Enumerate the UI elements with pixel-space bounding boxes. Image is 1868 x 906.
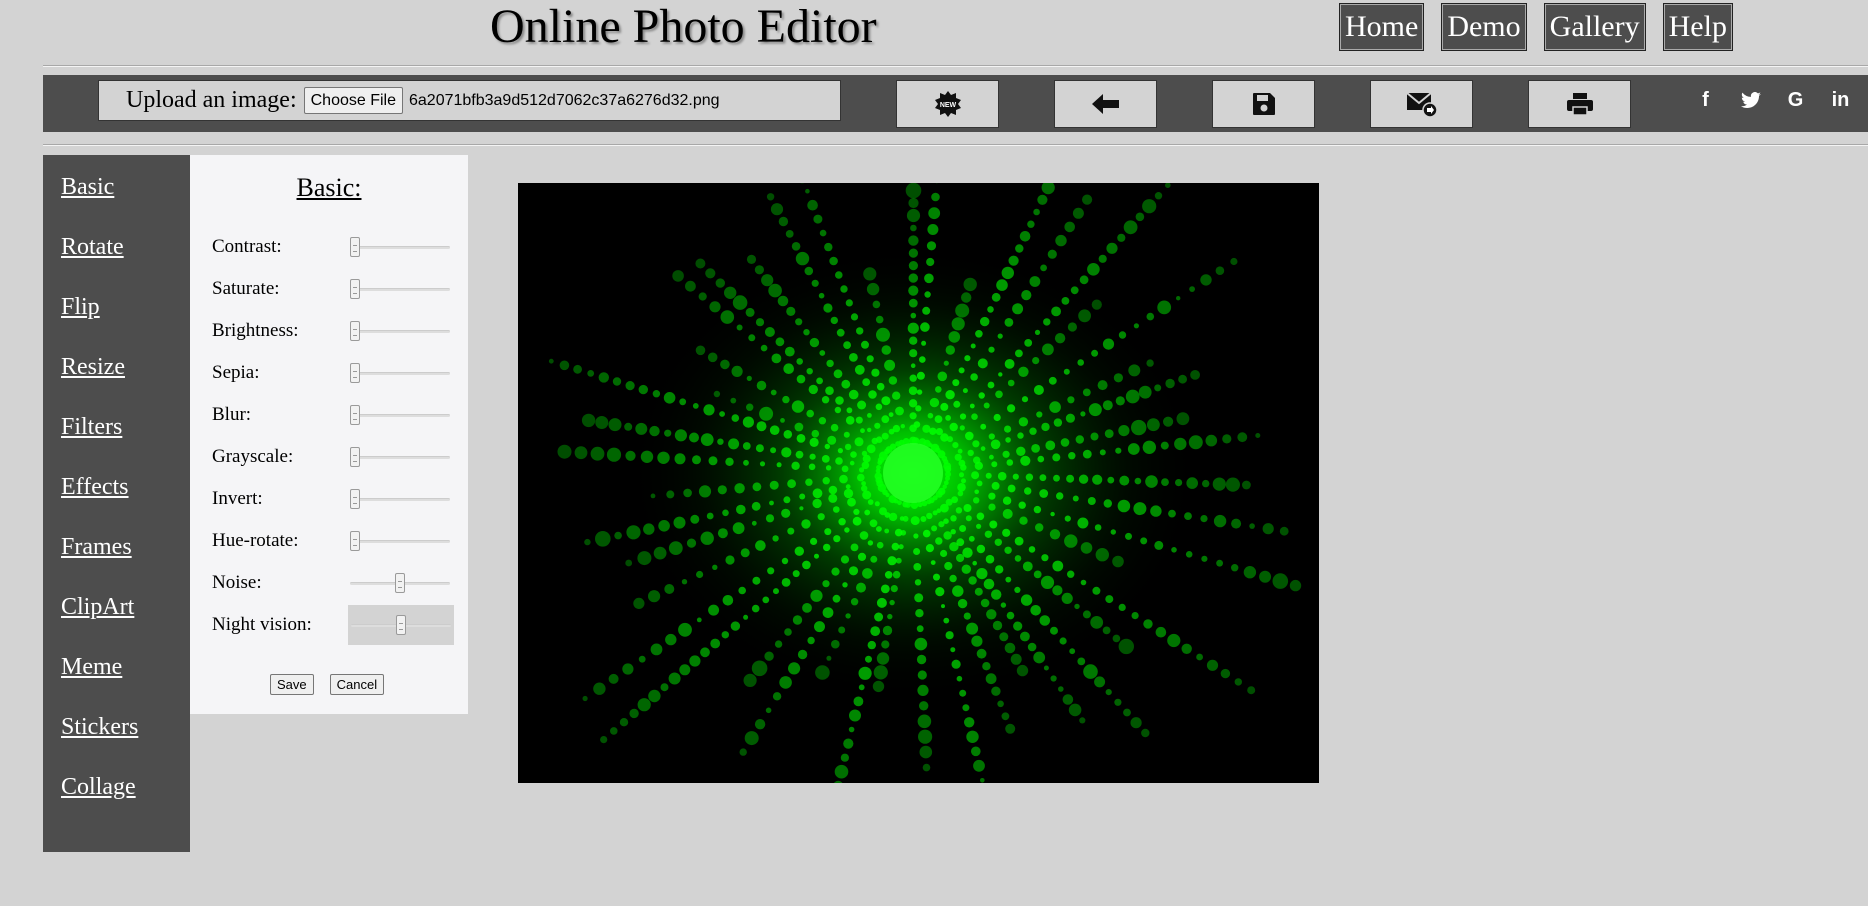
panel-title: Basic: — [296, 173, 362, 202]
email-button[interactable] — [1370, 80, 1473, 128]
twitter-icon[interactable] — [1728, 85, 1773, 117]
hue-rotate-row: Hue-rotate: — [212, 526, 450, 556]
blur-slider-thumb[interactable] — [350, 405, 360, 425]
cancel-button[interactable]: Cancel — [329, 674, 385, 695]
save-image-button[interactable] — [1212, 80, 1315, 128]
sidebar-item-flip[interactable]: Flip — [43, 292, 190, 352]
grayscale-slider[interactable] — [350, 442, 450, 472]
upload-label: Upload an image: — [126, 87, 297, 113]
saturate-label: Saturate: — [212, 278, 280, 299]
panel-buttons: Save Cancel — [270, 674, 385, 695]
grayscale-slider-thumb[interactable] — [350, 447, 360, 467]
grayscale-row: Grayscale: — [212, 442, 450, 472]
save-button[interactable]: Save — [270, 674, 314, 695]
brightness-slider-thumb[interactable] — [350, 321, 360, 341]
undo-arrow-icon — [1091, 94, 1119, 114]
basic-panel: Basic: Contrast: Saturate: Brightness: S… — [190, 155, 468, 714]
invert-row: Invert: — [212, 484, 450, 514]
upload-box: Upload an image: Choose File 6a2071bfb3a… — [98, 80, 841, 121]
file-name: 6a2071bfb3a9d512d7062c37a6276d32.png — [409, 91, 720, 109]
brightness-slider[interactable] — [350, 316, 450, 346]
night-vision-slider-thumb[interactable] — [396, 615, 406, 635]
sidebar-item-rotate[interactable]: Rotate — [43, 232, 190, 292]
noise-row: Noise: — [212, 568, 450, 598]
sepia-slider[interactable] — [350, 358, 450, 388]
sidebar-item-stickers[interactable]: Stickers — [43, 712, 190, 772]
nav-gallery[interactable]: Gallery — [1543, 3, 1646, 51]
site-title: Online Photo Editor — [490, 0, 877, 53]
sidebar-item-basic[interactable]: Basic — [43, 172, 190, 232]
saturate-slider[interactable] — [350, 274, 450, 304]
brightness-label: Brightness: — [212, 320, 299, 341]
top-nav: Home Demo Gallery Help — [1339, 3, 1750, 51]
social-links: f G in — [1683, 85, 1863, 117]
night-vision-row: Night vision: — [212, 605, 454, 645]
noise-slider[interactable] — [350, 568, 450, 598]
undo-button[interactable] — [1054, 80, 1157, 128]
grayscale-label: Grayscale: — [212, 446, 294, 467]
sidebar-item-resize[interactable]: Resize — [43, 352, 190, 412]
email-icon — [1405, 92, 1438, 118]
invert-slider[interactable] — [350, 484, 450, 514]
hue-rotate-label: Hue-rotate: — [212, 530, 299, 551]
saturate-row: Saturate: — [212, 274, 450, 304]
noise-slider-thumb[interactable] — [395, 573, 405, 593]
invert-slider-thumb[interactable] — [350, 489, 360, 509]
sepia-slider-thumb[interactable] — [350, 363, 360, 383]
noise-label: Noise: — [212, 572, 262, 593]
hue-rotate-slider-thumb[interactable] — [350, 531, 360, 551]
nav-home[interactable]: Home — [1339, 3, 1425, 51]
new-badge-icon: NEW — [934, 91, 961, 117]
sidebar-item-collage[interactable]: Collage — [43, 772, 190, 832]
hue-rotate-slider[interactable] — [350, 526, 450, 556]
sidebar-item-effects[interactable]: Effects — [43, 472, 190, 532]
nav-help[interactable]: Help — [1662, 3, 1733, 51]
nav-demo[interactable]: Demo — [1441, 3, 1527, 51]
toolbar-divider — [43, 144, 1868, 146]
edited-image — [518, 183, 1319, 783]
print-button[interactable] — [1528, 80, 1631, 128]
printer-icon — [1566, 93, 1593, 116]
blur-row: Blur: — [212, 400, 450, 430]
new-image-button[interactable]: NEW — [896, 80, 999, 128]
brightness-row: Brightness: — [212, 316, 450, 346]
new-badge-text: NEW — [939, 102, 956, 109]
save-disk-icon — [1252, 93, 1275, 115]
sidebar-item-meme[interactable]: Meme — [43, 652, 190, 712]
facebook-icon[interactable]: f — [1683, 85, 1728, 117]
contrast-slider-thumb[interactable] — [350, 237, 360, 257]
header-divider — [43, 65, 1868, 67]
contrast-slider[interactable] — [350, 232, 450, 262]
blur-label: Blur: — [212, 404, 252, 425]
blur-slider[interactable] — [350, 400, 450, 430]
sepia-row: Sepia: — [212, 358, 450, 388]
sidebar-item-frames[interactable]: Frames — [43, 532, 190, 592]
toolbar: Upload an image: Choose File 6a2071bfb3a… — [43, 75, 1868, 132]
night-vision-label: Night vision: — [212, 614, 312, 635]
contrast-row: Contrast: — [212, 232, 450, 262]
saturate-slider-thumb[interactable] — [350, 279, 360, 299]
sidebar: Basic Rotate Flip Resize Filters Effects… — [43, 155, 190, 852]
sidebar-item-filters[interactable]: Filters — [43, 412, 190, 472]
sepia-label: Sepia: — [212, 362, 260, 383]
sidebar-item-clipart[interactable]: ClipArt — [43, 592, 190, 652]
choose-file-button[interactable]: Choose File — [303, 87, 403, 114]
linkedin-icon[interactable]: in — [1818, 85, 1863, 117]
google-icon[interactable]: G — [1773, 85, 1818, 117]
invert-label: Invert: — [212, 488, 263, 509]
image-canvas[interactable] — [518, 183, 1319, 783]
contrast-label: Contrast: — [212, 236, 282, 257]
night-vision-slider[interactable] — [348, 605, 454, 645]
